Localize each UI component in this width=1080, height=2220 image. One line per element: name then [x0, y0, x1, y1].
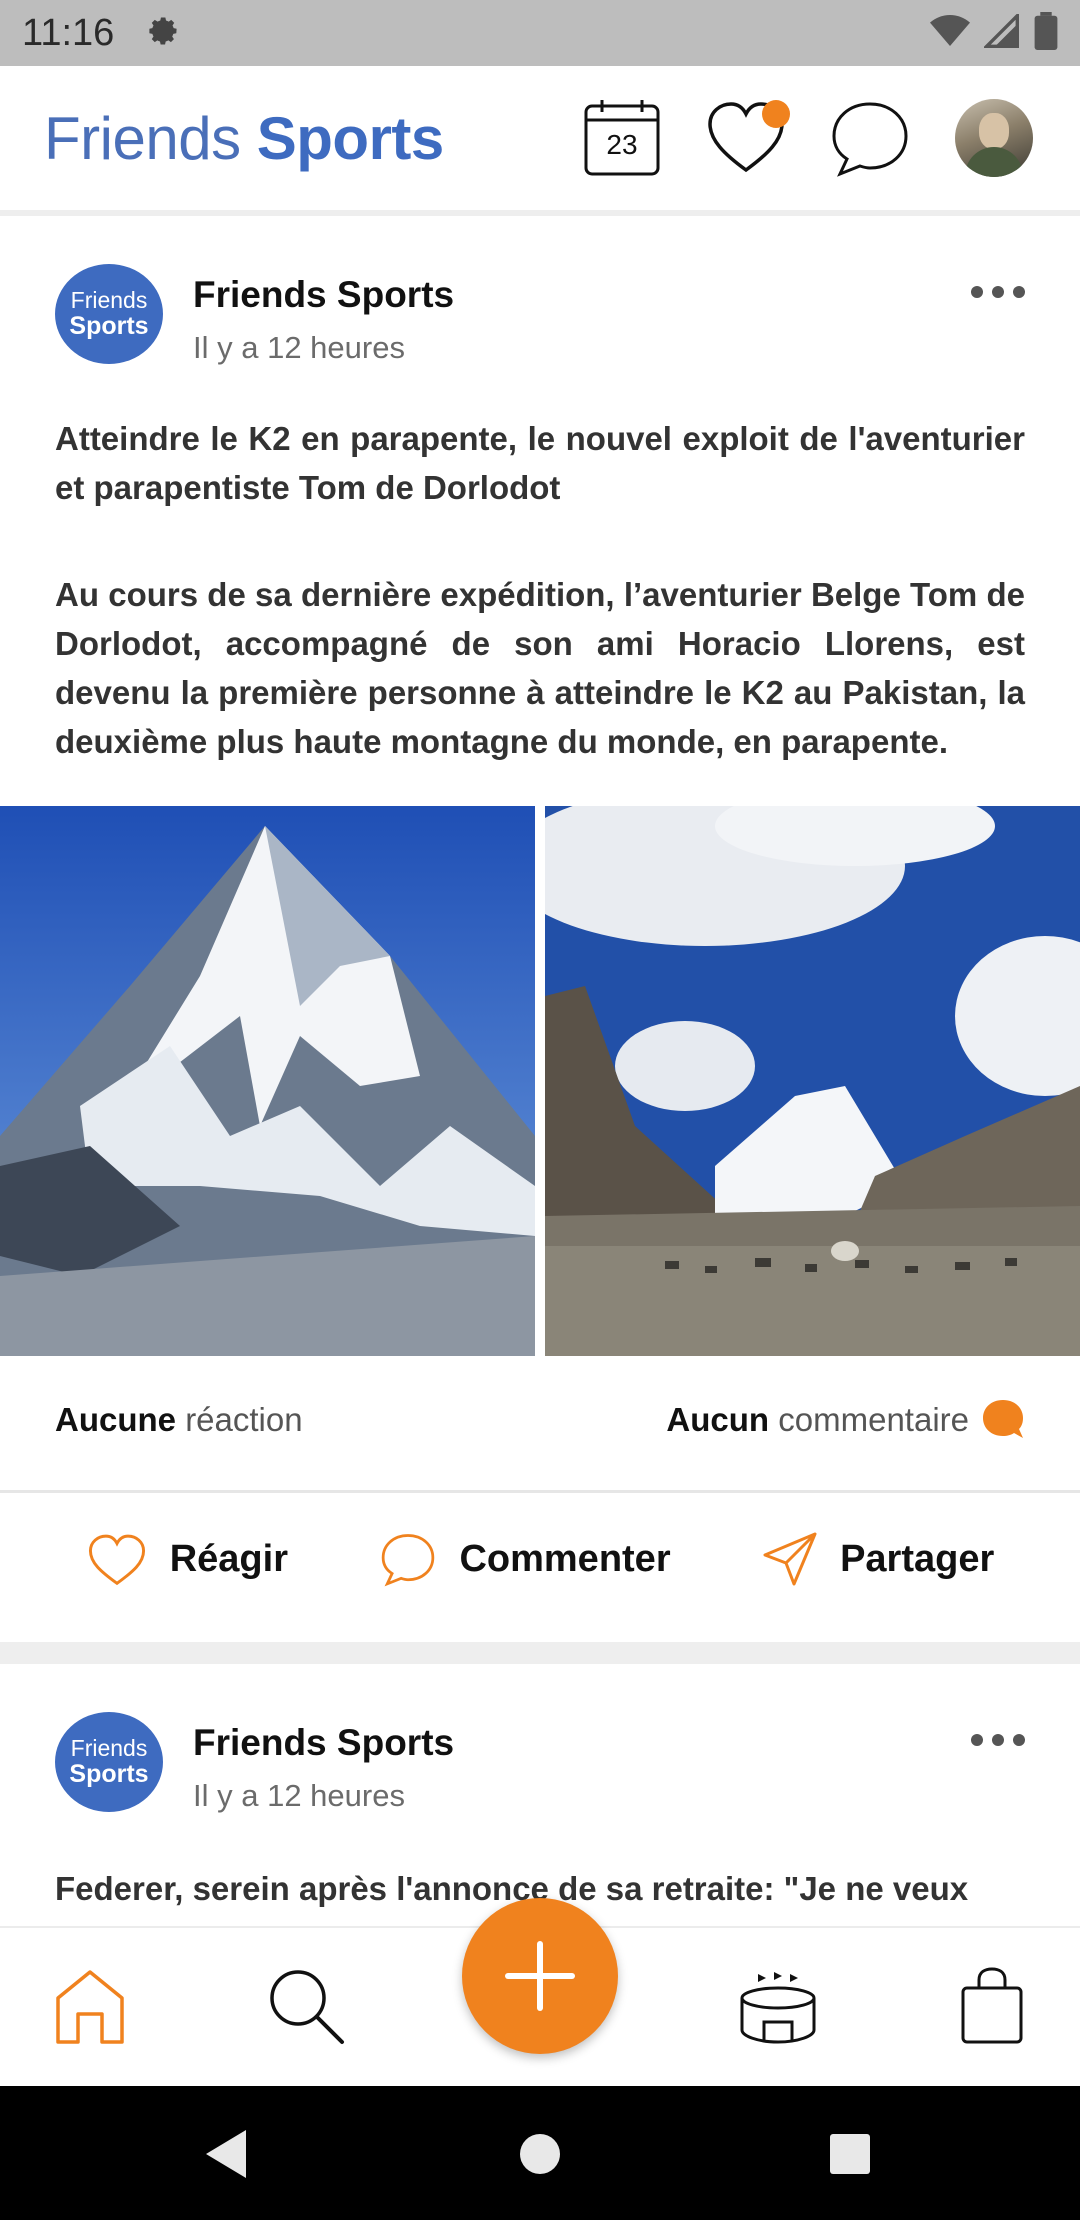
stadium-icon — [740, 1972, 816, 2044]
battery-icon — [1034, 11, 1058, 55]
calendar-day: 23 — [606, 129, 638, 160]
logo-bold-text: Sports — [256, 104, 445, 172]
status-bar: 11:16 — [0, 0, 1080, 66]
nav-home[interactable] — [48, 1964, 132, 2048]
signal-icon — [982, 11, 1020, 53]
comment-label: Commenter — [459, 1537, 671, 1580]
react-label: Réagir — [169, 1537, 288, 1580]
post-header: Friends Sports Friends Sports Il y a 12 … — [55, 264, 1025, 374]
post-author[interactable]: Friends Sports — [193, 274, 454, 316]
plus-icon — [505, 1941, 575, 2011]
avatar-text-line1: Friends — [70, 1735, 148, 1761]
reactions-label: réaction — [185, 1401, 303, 1438]
post-stats: Aucune réaction Aucun commentaire — [55, 1390, 1025, 1450]
avatar-text-line2: Sports — [69, 312, 149, 340]
post-time: Il y a 12 heures — [193, 1778, 405, 1813]
nav-events[interactable] — [736, 1964, 820, 2048]
add-post-button[interactable] — [462, 1898, 618, 2054]
system-nav-bar — [0, 2086, 1080, 2220]
favorites-button[interactable] — [704, 96, 790, 180]
app-header: Friends Sports 23 — [0, 66, 1080, 216]
comment-button[interactable]: Commenter — [379, 1530, 671, 1588]
post-actions: Réagir Commenter Partager — [0, 1494, 1080, 1624]
more-options-icon[interactable] — [971, 282, 1025, 302]
react-button[interactable]: Réagir — [86, 1530, 288, 1588]
avatar — [955, 99, 1033, 177]
post-photos — [0, 806, 1080, 1356]
more-options-icon[interactable] — [971, 1730, 1025, 1750]
post-photo[interactable] — [545, 806, 1080, 1356]
notification-dot — [762, 100, 790, 128]
home-icon — [56, 1970, 124, 2044]
reactions-count[interactable]: Aucune — [55, 1401, 176, 1439]
search-icon — [270, 1970, 344, 2044]
send-icon — [763, 1532, 817, 1586]
post-author-avatar[interactable]: Friends Sports — [55, 264, 163, 364]
shopping-bag-icon — [961, 1967, 1023, 2044]
heart-outline-icon — [88, 1534, 145, 1586]
post-card: Friends Sports Friends Sports Il y a 12 … — [0, 1664, 1080, 1926]
post-header: Friends Sports Friends Sports Il y a 12 … — [55, 1712, 1025, 1822]
profile-button[interactable] — [952, 96, 1036, 180]
share-button[interactable]: Partager — [762, 1531, 994, 1587]
wifi-icon — [930, 14, 970, 53]
comment-bubble-icon — [983, 1400, 1023, 1438]
avatar-text-line2: Sports — [69, 1760, 149, 1788]
post-title: Atteindre le K2 en parapente, le nouvel … — [55, 420, 1025, 506]
recents-icon[interactable] — [822, 2126, 878, 2182]
app-logo[interactable]: Friends Sports — [44, 104, 444, 173]
share-label: Partager — [840, 1537, 995, 1580]
post-card: Friends Sports Friends Sports Il y a 12 … — [0, 222, 1080, 1640]
divider — [0, 1490, 1080, 1493]
post-body: Au cours de sa dernière expédition, l’av… — [55, 576, 1025, 760]
post-author-avatar[interactable]: Friends Sports — [55, 1712, 163, 1812]
comments-count[interactable]: Aucun commentaire — [666, 1398, 1025, 1442]
back-icon[interactable] — [198, 2126, 254, 2182]
home-circle-icon[interactable] — [512, 2126, 568, 2182]
avatar-text-line1: Friends — [70, 287, 148, 313]
comments-label: commentaire — [778, 1401, 969, 1438]
nav-search[interactable] — [264, 1964, 348, 2048]
post-author[interactable]: Friends Sports — [193, 1722, 454, 1764]
status-time: 11:16 — [22, 11, 115, 54]
calendar-button[interactable]: 23 — [580, 96, 664, 180]
post-photo[interactable] — [0, 806, 535, 1356]
comment-outline-icon — [382, 1534, 435, 1587]
post-time: Il y a 12 heures — [193, 330, 405, 365]
gear-icon — [144, 12, 182, 55]
post-separator — [0, 1642, 1080, 1664]
nav-shop[interactable] — [950, 1964, 1034, 2048]
chat-bubble-icon — [832, 102, 908, 177]
comments-count-value: Aucun — [666, 1401, 770, 1438]
messages-button[interactable] — [828, 96, 912, 180]
logo-light-text: Friends — [44, 104, 241, 172]
